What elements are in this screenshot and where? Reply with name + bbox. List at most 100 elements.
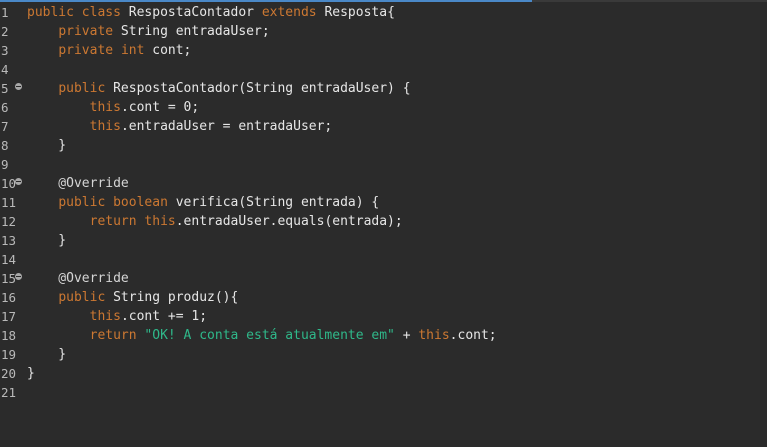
- line-number-label: 4: [1, 62, 9, 77]
- keyword-token: boolean: [113, 195, 168, 210]
- code-line[interactable]: public RespostaContador(String entradaUs…: [27, 79, 767, 98]
- code-line[interactable]: [27, 155, 767, 174]
- keyword-token: private: [58, 43, 114, 58]
- keyword-token: int: [120, 43, 145, 58]
- code-line[interactable]: this.cont += 1;: [27, 307, 767, 326]
- line-number-label: 13: [1, 233, 17, 248]
- keyword-token: private: [58, 24, 114, 39]
- keyword-token: this: [418, 328, 450, 343]
- line-number-label: 10: [1, 176, 17, 191]
- keyword-token: this: [89, 309, 121, 324]
- keyword-token: extends: [261, 5, 317, 20]
- keyword-token: public: [27, 5, 74, 20]
- code-token: String produz(){: [105, 290, 239, 305]
- line-number-label: 2: [1, 24, 9, 39]
- line-number: 19: [0, 345, 25, 364]
- keyword-token: return: [89, 214, 137, 229]
- line-number-label: 6: [1, 100, 9, 115]
- line-number: 10: [0, 174, 25, 193]
- line-number: 1: [0, 3, 25, 22]
- code-line[interactable]: this.cont = 0;: [27, 98, 767, 117]
- code-token: +: [394, 328, 419, 343]
- line-number-label: 19: [1, 347, 17, 362]
- code-line[interactable]: private String entradaUser;: [27, 22, 767, 41]
- line-number-label: 12: [1, 214, 17, 229]
- code-line[interactable]: this.entradaUser = entradaUser;: [27, 117, 767, 136]
- code-line[interactable]: return "OK! A conta está atualmente em" …: [27, 326, 767, 345]
- fold-collapse-icon[interactable]: [15, 273, 22, 280]
- line-number-label: 18: [1, 328, 17, 343]
- line-number: 17: [0, 307, 25, 326]
- code-line[interactable]: }: [27, 231, 767, 250]
- annotation-token: @Override: [27, 271, 129, 286]
- code-token: RespostaContador(String entradaUser) {: [105, 81, 411, 96]
- keyword-token: this: [89, 100, 121, 115]
- line-number-gutter: 1 2 3 4 5 6 7 8 9 10 11 12 13 14 15 16 17 18 19 20 21: [0, 3, 25, 402]
- line-number-label: 14: [1, 252, 17, 267]
- code-token: }: [27, 138, 67, 153]
- code-token: .cont = 0;: [120, 100, 200, 115]
- keyword-token: class: [81, 5, 121, 20]
- line-number-label: 7: [1, 119, 9, 134]
- keyword-token: public: [58, 195, 106, 210]
- line-number-label: 20: [1, 366, 17, 381]
- line-number: 7: [0, 117, 25, 136]
- code-token: }: [27, 347, 67, 362]
- line-number-label: 17: [1, 309, 17, 324]
- code-token: }: [27, 366, 35, 381]
- code-line[interactable]: public class RespostaContador extends Re…: [27, 3, 767, 22]
- line-number: 9: [0, 155, 25, 174]
- code-line[interactable]: }: [27, 136, 767, 155]
- code-line[interactable]: }: [27, 345, 767, 364]
- code-line[interactable]: private int cont;: [27, 41, 767, 60]
- line-number: 12: [0, 212, 25, 231]
- code-token: .cont;: [449, 328, 497, 343]
- line-number-label: 21: [1, 385, 17, 400]
- line-number-label: 15: [1, 271, 17, 286]
- code-editor[interactable]: 1 2 3 4 5 6 7 8 9 10 11 12 13 14 15 16 17 18 19 20 21 public…: [0, 0, 767, 447]
- code-area[interactable]: public class RespostaContador extends Re…: [27, 3, 767, 402]
- fold-collapse-icon[interactable]: [15, 83, 22, 90]
- line-number-label: 11: [1, 195, 17, 210]
- code-token: .cont += 1;: [120, 309, 208, 324]
- line-number: 4: [0, 60, 25, 79]
- code-line[interactable]: return this.entradaUser.equals(entrada);: [27, 212, 767, 231]
- keyword-token: return: [89, 328, 137, 343]
- code-token: cont;: [144, 43, 192, 58]
- line-number-label: 5: [1, 81, 9, 96]
- code-line[interactable]: public String produz(){: [27, 288, 767, 307]
- line-number: 15: [0, 269, 25, 288]
- code-line[interactable]: @Override: [27, 174, 767, 193]
- line-number: 16: [0, 288, 25, 307]
- code-token: .entradaUser = entradaUser;: [120, 119, 333, 134]
- code-line[interactable]: [27, 60, 767, 79]
- keyword-token: public: [58, 81, 106, 96]
- fold-collapse-icon[interactable]: [15, 178, 22, 185]
- code-line[interactable]: [27, 383, 767, 402]
- line-number: 11: [0, 193, 25, 212]
- code-line[interactable]: }: [27, 364, 767, 383]
- code-line[interactable]: public boolean verifica(String entrada) …: [27, 193, 767, 212]
- line-number: 21: [0, 383, 25, 402]
- code-token: verifica(String entrada) {: [167, 195, 380, 210]
- line-number-label: 16: [1, 290, 17, 305]
- line-number: 18: [0, 326, 25, 345]
- code-line[interactable]: @Override: [27, 269, 767, 288]
- annotation-token: @Override: [27, 176, 129, 191]
- keyword-token: this: [89, 119, 121, 134]
- line-number: 2: [0, 22, 25, 41]
- code-line[interactable]: [27, 250, 767, 269]
- line-number: 3: [0, 41, 25, 60]
- line-number-label: 3: [1, 43, 9, 58]
- line-number: 8: [0, 136, 25, 155]
